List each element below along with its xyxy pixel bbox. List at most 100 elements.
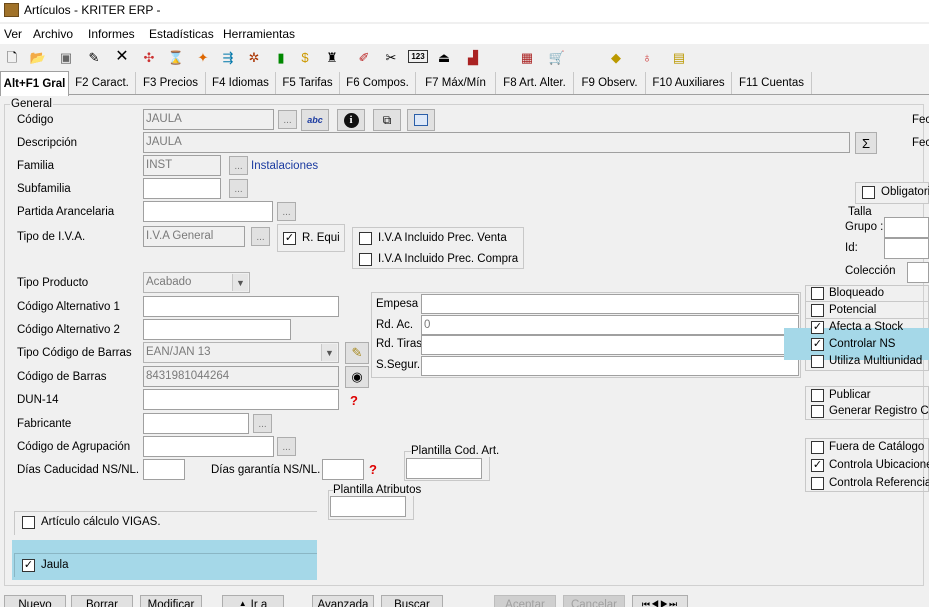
bloqueado-checkbox[interactable] xyxy=(811,287,824,300)
iva-compra-checkbox[interactable] xyxy=(359,253,372,266)
iva-venta-checkbox[interactable] xyxy=(359,232,372,245)
help-question-icon[interactable]: ? xyxy=(350,393,358,408)
record-navigator[interactable]: ⏮◀▶⏭ xyxy=(632,595,688,607)
controlar-ns-checkbox[interactable]: ✓ xyxy=(811,338,824,351)
obligatorio-checkbox[interactable] xyxy=(862,186,875,199)
generar-registro-checkbox[interactable] xyxy=(811,405,824,418)
rdac-input[interactable]: 0 xyxy=(421,315,799,335)
eraser-button[interactable]: ✎ xyxy=(345,342,369,364)
ir-a-button[interactable]: ▲ Ir a xyxy=(222,595,284,607)
modificar-button[interactable]: Modificar xyxy=(140,595,202,607)
fabricante-input[interactable] xyxy=(143,413,249,434)
agrupacion-lookup-button[interactable]: ... xyxy=(277,437,296,456)
vigas-checkbox[interactable] xyxy=(22,516,35,529)
tool8-icon[interactable]: ✐ xyxy=(355,48,373,66)
potencial-checkbox[interactable] xyxy=(811,304,824,317)
avanzada-button[interactable]: Avanzada xyxy=(312,595,374,607)
plantilla-cod-input[interactable] xyxy=(406,458,482,479)
money-icon[interactable]: $ xyxy=(296,48,314,66)
nuevo-button[interactable]: Nuevo xyxy=(4,595,66,607)
tool12-icon[interactable]: ▤ xyxy=(670,48,688,66)
requi-checkbox[interactable]: ✓ xyxy=(283,232,296,245)
fabricante-lookup-button[interactable]: ... xyxy=(253,414,272,433)
calculator-icon[interactable]: ▦ xyxy=(518,48,536,66)
info-button[interactable]: i xyxy=(337,109,365,131)
bar-chart-icon[interactable]: ▟ xyxy=(464,48,482,66)
cart-icon[interactable]: 🛒 xyxy=(548,48,566,66)
tool11-icon[interactable]: ◆ xyxy=(607,48,625,66)
money-bag-icon[interactable]: ♁ xyxy=(638,48,656,66)
tool6-icon[interactable]: ▮ xyxy=(272,48,290,66)
edit-icon[interactable]: ✎ xyxy=(85,48,103,66)
tab-observ[interactable]: F9 Observ. xyxy=(574,72,646,94)
afecta-stock-checkbox[interactable]: ✓ xyxy=(811,321,824,334)
publicar-checkbox[interactable] xyxy=(811,389,824,402)
empresa-input[interactable] xyxy=(421,294,799,314)
tab-caract[interactable]: F2 Caract. xyxy=(69,72,136,94)
fuera-catalogo-checkbox[interactable] xyxy=(811,441,824,454)
spellcheck-button[interactable]: abc xyxy=(301,109,329,131)
calendar-button[interactable] xyxy=(407,109,435,131)
grupo-input[interactable] xyxy=(884,217,929,238)
123-icon[interactable]: 123 xyxy=(408,50,428,63)
rdtiras-input[interactable] xyxy=(421,335,799,355)
tipo-producto-select[interactable]: Acabado ▼ xyxy=(143,272,250,293)
tool5-icon[interactable]: ✲ xyxy=(245,48,263,66)
controla-ref-checkbox[interactable] xyxy=(811,477,824,490)
menu-herramientas[interactable]: Herramientas xyxy=(223,27,295,41)
plantilla-attr-input[interactable] xyxy=(330,496,406,517)
tool10-icon[interactable]: ⏏ xyxy=(435,48,453,66)
tab-cuentas[interactable]: F11 Cuentas xyxy=(732,72,812,94)
tool3-icon[interactable]: ✦ xyxy=(194,48,212,66)
cod-alt1-input[interactable] xyxy=(143,296,339,317)
partida-lookup-button[interactable]: ... xyxy=(277,202,296,221)
tab-precios[interactable]: F3 Precios xyxy=(136,72,206,94)
borrar-button[interactable]: Borrar xyxy=(71,595,133,607)
tool4-icon[interactable]: ⇶ xyxy=(219,48,237,66)
tool7-icon[interactable]: ♜ xyxy=(323,48,341,66)
open-folder-icon[interactable]: 📂 xyxy=(29,48,47,66)
agrupacion-input[interactable] xyxy=(143,436,274,457)
dun-input[interactable] xyxy=(143,389,339,410)
tab-tarifas[interactable]: F5 Tarifas xyxy=(276,72,340,94)
view-barcode-button[interactable]: ◉ xyxy=(345,366,369,388)
tab-idiomas[interactable]: F4 Idiomas xyxy=(206,72,276,94)
codigo-input[interactable]: JAULA xyxy=(143,109,274,130)
cancelar-button[interactable]: Cancelar xyxy=(563,595,625,607)
cod-alt2-input[interactable] xyxy=(143,319,291,340)
tab-maxmin[interactable]: F7 Máx/Mín xyxy=(416,72,496,94)
barras-input[interactable]: 8431981044264 xyxy=(143,366,339,387)
subfamilia-input[interactable] xyxy=(143,178,221,199)
tab-gral[interactable]: Alt+F1 Gral xyxy=(0,71,69,96)
tipo-barras-select[interactable]: EAN/JAN 13 ▼ xyxy=(143,342,339,363)
coleccion-input[interactable] xyxy=(907,262,929,283)
controla-ubic-checkbox[interactable]: ✓ xyxy=(811,459,824,472)
multiunidad-checkbox[interactable] xyxy=(811,355,824,368)
copy-button[interactable]: ⧉ xyxy=(373,109,401,131)
id-input[interactable] xyxy=(884,238,929,259)
menu-archivo[interactable]: Archivo xyxy=(33,27,73,41)
tool2-icon[interactable]: ⌛ xyxy=(167,48,185,66)
dias-cad-input[interactable] xyxy=(143,459,185,480)
aceptar-button[interactable]: Aceptar xyxy=(494,595,556,607)
jaula-checkbox[interactable]: ✓ xyxy=(22,559,35,572)
iva-input[interactable]: I.V.A General xyxy=(143,226,245,247)
delete-icon[interactable]: ✕ xyxy=(113,48,131,66)
partida-input[interactable] xyxy=(143,201,273,222)
subfamilia-lookup-button[interactable]: ... xyxy=(229,179,248,198)
dias-gar-input[interactable] xyxy=(322,459,364,480)
familia-lookup-button[interactable]: ... xyxy=(229,156,248,175)
familia-input[interactable]: INST xyxy=(143,155,221,176)
tab-art-alter[interactable]: F8 Art. Alter. xyxy=(496,72,574,94)
new-document-icon[interactable]: 🗋 xyxy=(3,48,21,66)
menu-estadisticas[interactable]: Estadísticas xyxy=(149,27,214,41)
menu-informes[interactable]: Informes xyxy=(88,27,135,41)
ssegur-input[interactable] xyxy=(421,356,799,376)
tab-auxiliares[interactable]: F10 Auxiliares xyxy=(646,72,732,94)
tool1-icon[interactable]: ✣ xyxy=(140,48,158,66)
help-question-icon[interactable]: ? xyxy=(369,462,377,477)
buscar-button[interactable]: Buscar xyxy=(381,595,443,607)
tool9-icon[interactable]: ✂ xyxy=(382,48,400,66)
sum-button[interactable]: Σ xyxy=(855,132,877,154)
menu-ver[interactable]: Ver xyxy=(4,27,22,41)
